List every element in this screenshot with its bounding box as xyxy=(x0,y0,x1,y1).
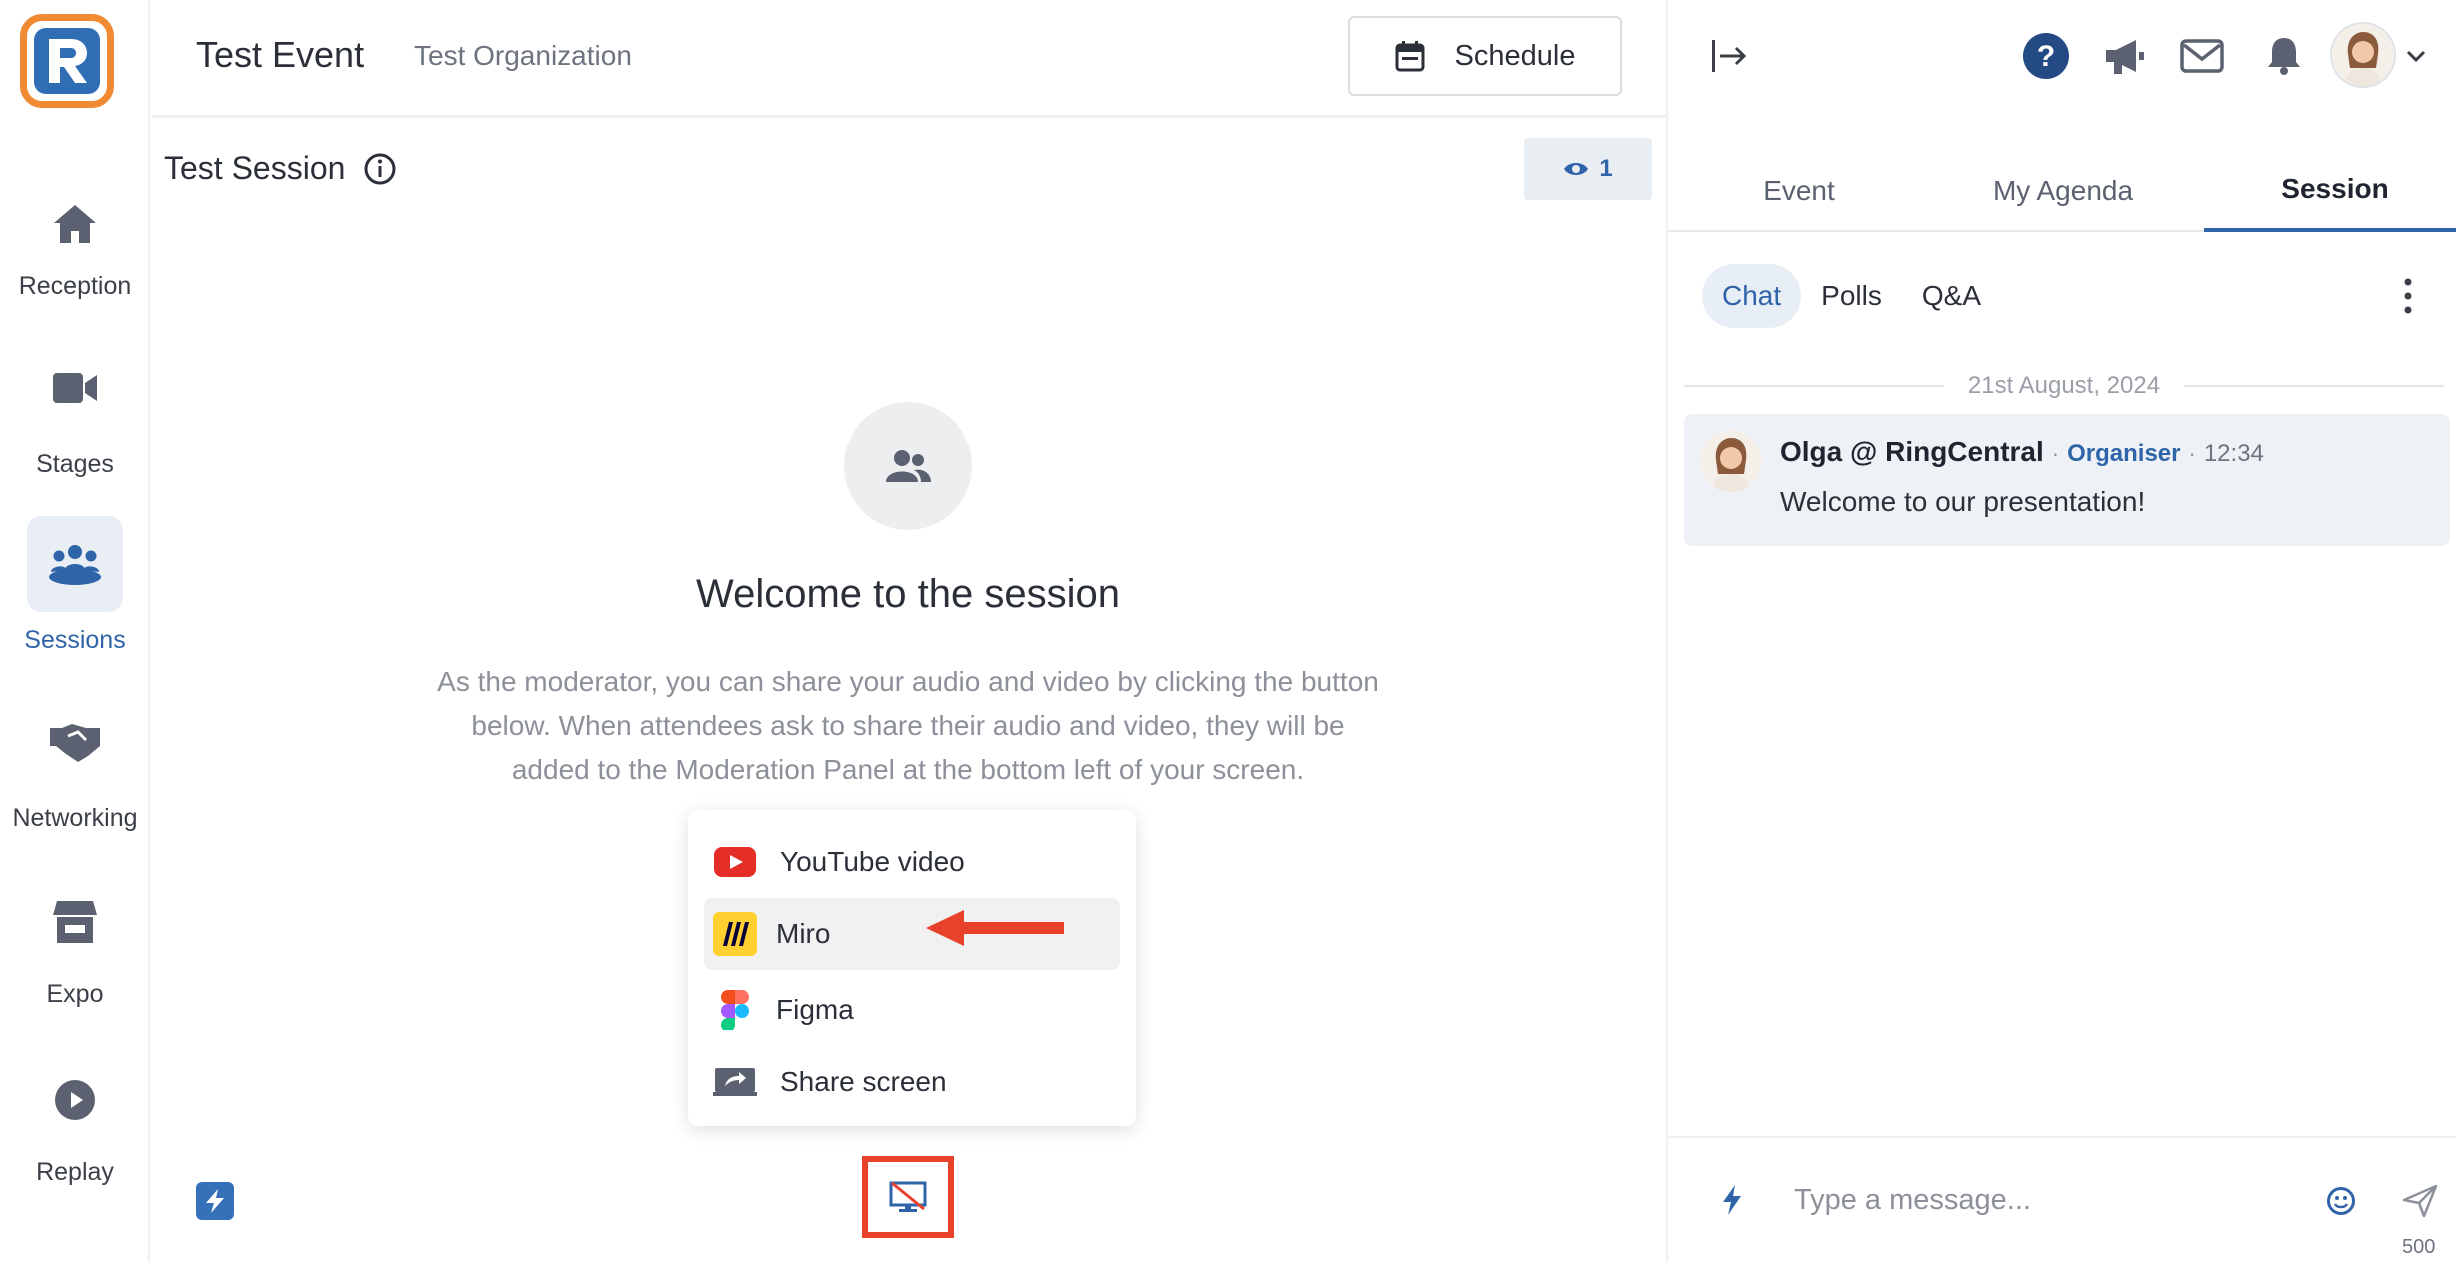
menu-item-label: Share screen xyxy=(780,1066,947,1097)
chat-message[interactable]: Olga @ RingCentral · Organiser · 12:34 W… xyxy=(1684,414,2450,546)
nav-item-networking[interactable]: Networking xyxy=(0,694,150,833)
menu-item-label: Figma xyxy=(776,994,854,1025)
svg-text:?: ? xyxy=(2037,40,2055,73)
nav-item-expo[interactable]: Expo xyxy=(0,874,150,1009)
nav-label: Expo xyxy=(46,980,104,1008)
separator-dot: · xyxy=(2051,441,2060,466)
separator-dot: · xyxy=(2188,441,2196,466)
date-separator: 21st August, 2024 xyxy=(1684,368,2444,404)
miro-icon xyxy=(712,911,758,957)
nav-item-stages[interactable]: Stages xyxy=(0,340,150,479)
role-badge: Organiser xyxy=(2067,440,2181,467)
help-icon[interactable]: ? xyxy=(2020,30,2072,82)
handshake-icon xyxy=(27,694,123,790)
viewer-count-badge[interactable]: 1 xyxy=(1524,138,1652,200)
divider xyxy=(1684,385,1944,387)
nav-label: Networking xyxy=(12,804,138,832)
message-text: Welcome to our presentation! xyxy=(1780,486,2146,517)
user-avatar[interactable] xyxy=(2330,22,2396,88)
megaphone-icon[interactable] xyxy=(2100,32,2148,80)
chat-composer xyxy=(1668,1136,2456,1262)
avatar[interactable] xyxy=(1700,430,1762,492)
menu-item-youtube[interactable]: YouTube video xyxy=(704,826,1120,898)
subtab-polls[interactable]: Polls xyxy=(1801,264,1902,328)
menu-item-label: YouTube video xyxy=(780,846,965,877)
schedule-label: Schedule xyxy=(1454,39,1576,72)
subtab-qa[interactable]: Q&A xyxy=(1902,264,2001,328)
mail-icon[interactable] xyxy=(2178,32,2226,80)
share-screen-off-icon[interactable] xyxy=(888,1180,928,1214)
more-options-icon[interactable] xyxy=(2398,276,2418,316)
home-icon xyxy=(27,176,123,272)
eye-icon xyxy=(1564,163,1589,175)
tab-session[interactable]: Session xyxy=(2204,150,2456,232)
play-circle-icon xyxy=(27,1052,123,1148)
session-subtabs: Chat Polls Q&A xyxy=(1702,264,2001,328)
send-icon[interactable] xyxy=(2400,1182,2440,1220)
logo-mark xyxy=(34,28,100,94)
quick-actions-button[interactable] xyxy=(196,1182,234,1220)
info-icon[interactable] xyxy=(363,152,397,186)
right-panel: ? Event My Agenda Session Chat Polls Q&A… xyxy=(1666,0,2456,1262)
calendar-icon xyxy=(1395,41,1425,72)
divider xyxy=(2184,385,2444,387)
annotation-arrow xyxy=(926,910,1064,946)
youtube-icon xyxy=(712,839,758,885)
users-icon xyxy=(886,450,931,482)
nav-label: Stages xyxy=(36,450,114,478)
author-name[interactable]: Olga @ RingCentral xyxy=(1780,436,2044,468)
collapse-panel-icon[interactable] xyxy=(1708,34,1752,78)
event-title: Test Event xyxy=(196,34,365,75)
lightning-icon xyxy=(206,1189,224,1213)
welcome-avatar-circle xyxy=(844,402,972,530)
share-screen-toggle-highlight xyxy=(862,1156,954,1238)
bell-icon[interactable] xyxy=(2262,32,2306,80)
date-label: 21st August, 2024 xyxy=(1967,372,2161,399)
tab-my-agenda[interactable]: My Agenda xyxy=(1932,150,2194,232)
menu-item-figma[interactable]: Figma xyxy=(704,974,1120,1046)
share-content-menu: YouTube video Miro Figma Share screen xyxy=(688,810,1136,1126)
subtab-chat[interactable]: Chat xyxy=(1702,264,1802,328)
schedule-button[interactable]: Schedule xyxy=(1348,16,1622,96)
viewer-count: 1 xyxy=(1599,155,1613,182)
character-count: 500 xyxy=(2402,1236,2436,1258)
right-panel-toolbar: ? xyxy=(1668,0,2456,112)
video-camera-icon xyxy=(27,340,123,436)
nav-label: Replay xyxy=(36,1158,114,1186)
message-time: 12:34 xyxy=(2203,440,2264,467)
nav-item-reception[interactable]: Reception xyxy=(0,176,150,301)
left-navigation: Reception Stages Sessions Networking Exp… xyxy=(0,0,150,1262)
menu-item-share-screen[interactable]: Share screen xyxy=(704,1046,1120,1118)
nav-label: Sessions xyxy=(24,626,126,654)
welcome-heading: Welcome to the session xyxy=(696,572,1120,616)
tab-event[interactable]: Event xyxy=(1668,150,1930,232)
nav-label: Reception xyxy=(18,272,132,300)
emoji-icon[interactable] xyxy=(2324,1184,2358,1218)
organization-name[interactable]: Test Organization xyxy=(414,40,632,72)
logo-r-icon xyxy=(49,39,87,83)
panel-tabs: Event My Agenda Session xyxy=(1668,150,2456,232)
nav-item-sessions[interactable]: Sessions xyxy=(0,516,150,655)
message-input[interactable] xyxy=(1794,1180,2294,1220)
chevron-down-icon[interactable] xyxy=(2404,44,2428,68)
event-header: Test Event Test Organization Schedule xyxy=(152,0,1666,118)
store-icon xyxy=(27,874,123,970)
nav-item-replay[interactable]: Replay xyxy=(0,1052,150,1187)
people-group-icon xyxy=(27,516,123,612)
menu-item-label: Miro xyxy=(776,918,831,949)
share-screen-icon xyxy=(712,1059,758,1105)
welcome-description: As the moderator, you can share your aud… xyxy=(437,666,1379,785)
figma-icon xyxy=(712,987,758,1033)
lightning-icon[interactable] xyxy=(1716,1182,1748,1218)
session-title-row: Test Session xyxy=(164,150,397,187)
session-title: Test Session xyxy=(164,150,346,186)
app-logo[interactable] xyxy=(20,14,114,108)
message-header: Olga @ RingCentral · Organiser · 12:34 xyxy=(1780,436,2264,468)
